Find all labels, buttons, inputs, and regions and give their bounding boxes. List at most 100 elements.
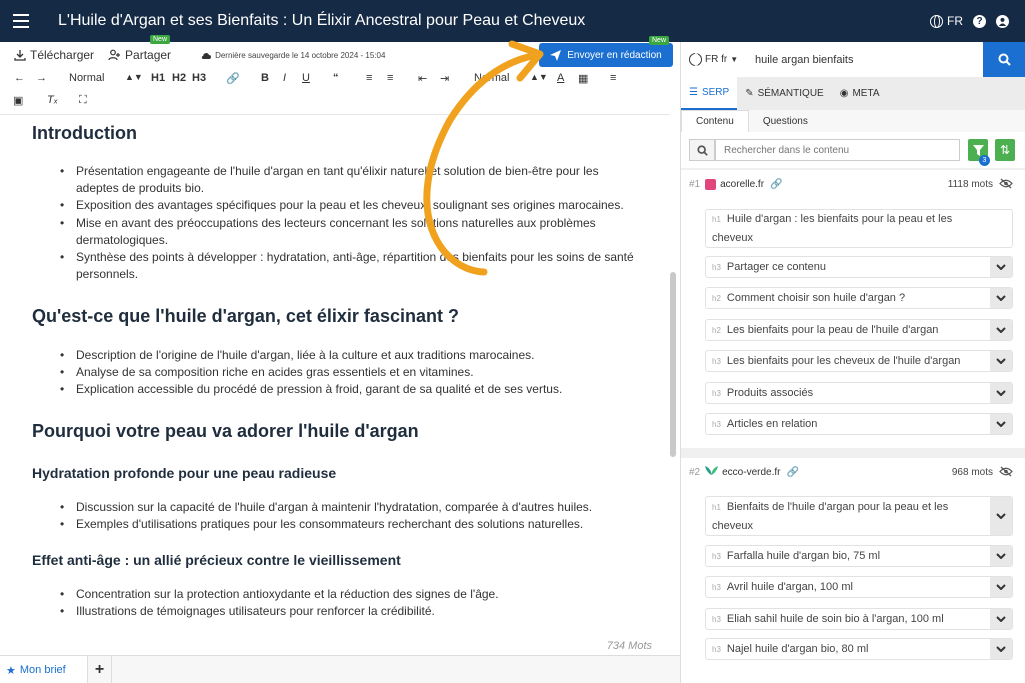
- chevron-down-icon[interactable]: [990, 288, 1012, 308]
- tab-meta[interactable]: ◉ META: [832, 77, 888, 110]
- serp-heading-item[interactable]: h2 Comment choisir son huile d'argan ?: [705, 287, 1013, 309]
- serp-heading-item[interactable]: h3 Avril huile d'argan, 100 ml: [705, 576, 1013, 598]
- link-icon[interactable]: 🔗: [770, 179, 782, 190]
- serp-heading-item[interactable]: h1 Bienfaits de l'huile d'argan pour la p…: [705, 496, 1013, 536]
- list-item: Exemples d'utilisations pratiques pour l…: [60, 516, 638, 533]
- bold-button[interactable]: B: [261, 72, 269, 84]
- undo-icon[interactable]: ←: [14, 72, 25, 84]
- serp-heading-item[interactable]: h3 Farfalla huile d'argan bio, 75 ml: [705, 545, 1013, 567]
- heading-tag: h3: [712, 551, 721, 561]
- serp-heading-item[interactable]: h3 Articles en relation: [705, 413, 1013, 435]
- link-icon[interactable]: 🔗: [226, 72, 240, 85]
- share-user-icon: [108, 49, 121, 61]
- heading-tag: h1: [712, 215, 721, 224]
- h3-button[interactable]: H3: [192, 72, 206, 84]
- send-to-writing-button[interactable]: Envoyer en rédaction: [539, 43, 673, 67]
- panel-tabs: ☰ SERP ✎ SÉMANTIQUE ◉ META: [681, 77, 1025, 110]
- bullet-list-icon[interactable]: ≡: [387, 72, 393, 84]
- chevron-down-icon[interactable]: [990, 546, 1012, 566]
- chevron-down-icon[interactable]: [990, 609, 1012, 629]
- content-search-input[interactable]: [715, 139, 960, 161]
- serp-heading-item[interactable]: h3 Najel huile d'argan bio, 80 ml: [705, 638, 1013, 660]
- redo-icon[interactable]: →: [36, 72, 47, 84]
- outdent-icon[interactable]: ⇤: [418, 72, 427, 85]
- chevron-down-icon[interactable]: [990, 497, 1012, 535]
- tab-mon-brief[interactable]: ★ Mon brief: [0, 656, 88, 683]
- document-content[interactable]: Introduction Présentation engageante de …: [0, 114, 670, 654]
- share-button[interactable]: Partager: [108, 48, 171, 62]
- tab-serp[interactable]: ☰ SERP: [681, 77, 738, 110]
- user-icon[interactable]: [996, 14, 1009, 28]
- autosave-status: Dernière sauvegarde le 14 octobre 2024 -…: [201, 51, 385, 60]
- add-tab-button[interactable]: +: [88, 656, 112, 683]
- chevron-down-icon[interactable]: [990, 320, 1012, 340]
- language-switcher[interactable]: FR: [930, 14, 963, 28]
- serp-heading-item[interactable]: h3 Les bienfaits pour les cheveux de l'h…: [705, 350, 1013, 372]
- chevron-down-icon[interactable]: [990, 257, 1012, 277]
- fullscreen-icon[interactable]: ⛶: [79, 94, 87, 107]
- serp-heading-item[interactable]: h3 Partager ce contenu: [705, 256, 1013, 278]
- underline-button[interactable]: U: [302, 72, 310, 84]
- search-button[interactable]: [983, 42, 1025, 77]
- heading-text: Les bienfaits pour la peau de l'huile d'…: [726, 324, 939, 336]
- tab-semantique[interactable]: ✎ SÉMANTIQUE: [737, 77, 832, 110]
- serp-heading-item[interactable]: h2 Les bienfaits pour la peau de l'huile…: [705, 319, 1013, 341]
- heading-tag: h3: [712, 582, 721, 592]
- list-item: Analyse de sa composition riche en acide…: [60, 364, 638, 381]
- text-color-icon[interactable]: A: [557, 72, 564, 84]
- help-icon[interactable]: ?: [973, 14, 986, 28]
- download-icon: [14, 50, 26, 61]
- indent-icon[interactable]: ⇥: [440, 72, 449, 85]
- clear-format-icon[interactable]: Tₓ: [47, 94, 58, 106]
- subtab-questions[interactable]: Questions: [749, 110, 822, 132]
- star-icon: ★: [6, 664, 16, 677]
- serp-heading-item[interactable]: h3 Eliah sahil huile de soin bio à l'arg…: [705, 608, 1013, 630]
- list-item: Synthèse des points à développer : hydra…: [60, 249, 638, 283]
- chevron-down-icon[interactable]: [990, 383, 1012, 403]
- image-icon[interactable]: ▣: [13, 94, 23, 107]
- menu-icon[interactable]: [0, 0, 42, 42]
- editor-scrollbar[interactable]: [670, 272, 676, 457]
- chevron-down-icon[interactable]: [990, 414, 1012, 434]
- hide-eye-icon[interactable]: [999, 178, 1013, 189]
- chevron-down-icon[interactable]: [990, 639, 1012, 659]
- section-list: Présentation engageante de l'huile d'arg…: [60, 163, 638, 283]
- result-domain[interactable]: ecco-verde.fr: [722, 467, 780, 478]
- quote-icon[interactable]: “: [333, 72, 339, 84]
- heading-text: Articles en relation: [726, 418, 818, 430]
- list-item: Discussion sur la capacité de l'huile d'…: [60, 499, 638, 516]
- hide-eye-icon[interactable]: [999, 466, 1013, 477]
- language-select[interactable]: FR fr ▼: [681, 53, 743, 66]
- ordered-list-icon[interactable]: ≡: [366, 72, 372, 84]
- chevron-down-icon[interactable]: [990, 577, 1012, 597]
- share-new-badge: New: [150, 35, 171, 44]
- heading-text: Partager ce contenu: [726, 261, 826, 273]
- heading-tag: h3: [712, 419, 721, 429]
- download-button[interactable]: Télécharger: [14, 48, 94, 62]
- heading-tag: h3: [712, 262, 721, 272]
- heading-tag: h2: [712, 293, 721, 303]
- highlight-icon[interactable]: ▦: [578, 72, 588, 85]
- sort-button[interactable]: ⇅: [995, 139, 1015, 161]
- result-word-count: 1118 mots: [947, 178, 993, 190]
- keyword-input[interactable]: huile argan bienfaits: [755, 54, 853, 66]
- text-style-select-2[interactable]: Normal: [474, 72, 509, 84]
- pencil-icon: ✎: [745, 88, 754, 99]
- link-icon[interactable]: 🔗: [786, 467, 798, 478]
- editor-extra-toolbar: ▣ Tₓ ⛶: [0, 92, 680, 110]
- subtab-contenu[interactable]: Contenu: [681, 110, 749, 132]
- serp-heading-item[interactable]: h1 Huile d'argan : les bienfaits pour la …: [705, 209, 1013, 248]
- italic-button[interactable]: I: [283, 72, 286, 84]
- h2-button[interactable]: H2: [172, 72, 186, 84]
- h1-button[interactable]: H1: [151, 72, 165, 84]
- list-icon: ☰: [689, 87, 698, 98]
- chevron-down-icon[interactable]: [990, 351, 1012, 371]
- list-item: Illustrations de témoignages utilisateur…: [60, 603, 638, 620]
- tab-label: Mon brief: [19, 664, 66, 676]
- align-icon[interactable]: ≡: [610, 72, 616, 84]
- result-domain[interactable]: acorelle.fr: [720, 179, 764, 190]
- caret-down-icon: ▼: [730, 55, 739, 64]
- text-style-select[interactable]: Normal: [69, 72, 104, 84]
- serp-heading-item[interactable]: h3 Produits associés: [705, 382, 1013, 404]
- list-item: Mise en avant des préoccupations des lec…: [60, 215, 638, 249]
